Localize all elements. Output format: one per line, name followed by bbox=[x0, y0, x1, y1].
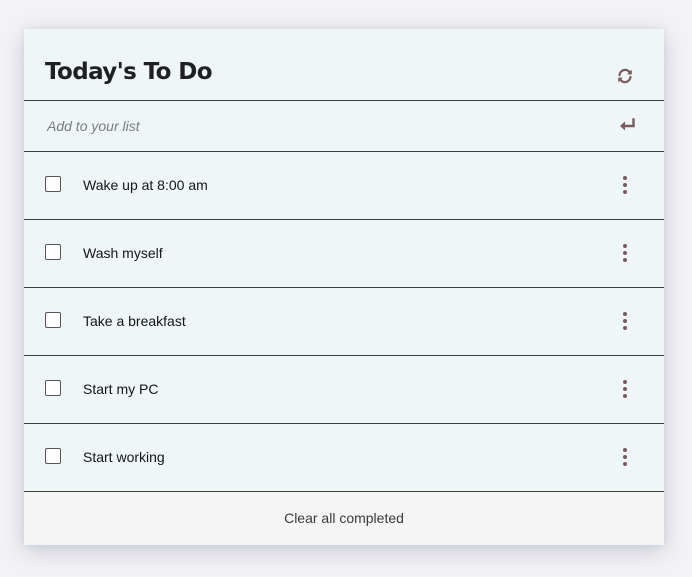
todo-card: Today's To Do Wake up at 8:00 am Wash my… bbox=[24, 29, 664, 545]
more-vertical-icon[interactable] bbox=[620, 448, 630, 466]
todo-header: Today's To Do bbox=[24, 29, 664, 101]
return-arrow-icon[interactable] bbox=[619, 118, 637, 132]
page-title: Today's To Do bbox=[45, 59, 213, 85]
todo-text: Wash myself bbox=[83, 245, 163, 261]
todo-checkbox[interactable] bbox=[45, 448, 61, 464]
todo-item: Wash myself bbox=[24, 220, 664, 288]
todo-text: Wake up at 8:00 am bbox=[83, 177, 208, 193]
add-todo-input[interactable] bbox=[47, 114, 587, 138]
todo-text: Start my PC bbox=[83, 381, 159, 397]
todo-text: Take a breakfast bbox=[83, 313, 186, 329]
todo-checkbox[interactable] bbox=[45, 312, 61, 328]
todo-checkbox[interactable] bbox=[45, 244, 61, 260]
more-vertical-icon[interactable] bbox=[620, 244, 630, 262]
clear-completed-button[interactable]: Clear all completed bbox=[24, 510, 664, 527]
todo-text: Start working bbox=[83, 449, 165, 465]
todo-footer: Clear all completed bbox=[24, 492, 664, 544]
more-vertical-icon[interactable] bbox=[620, 312, 630, 330]
more-vertical-icon[interactable] bbox=[620, 176, 630, 194]
todo-item: Take a breakfast bbox=[24, 288, 664, 356]
more-vertical-icon[interactable] bbox=[620, 380, 630, 398]
todo-item: Wake up at 8:00 am bbox=[24, 152, 664, 220]
todo-item: Start working bbox=[24, 424, 664, 492]
todo-item: Start my PC bbox=[24, 356, 664, 424]
todo-checkbox[interactable] bbox=[45, 380, 61, 396]
add-todo-row bbox=[24, 101, 664, 152]
refresh-icon[interactable] bbox=[616, 67, 634, 85]
todo-checkbox[interactable] bbox=[45, 176, 61, 192]
